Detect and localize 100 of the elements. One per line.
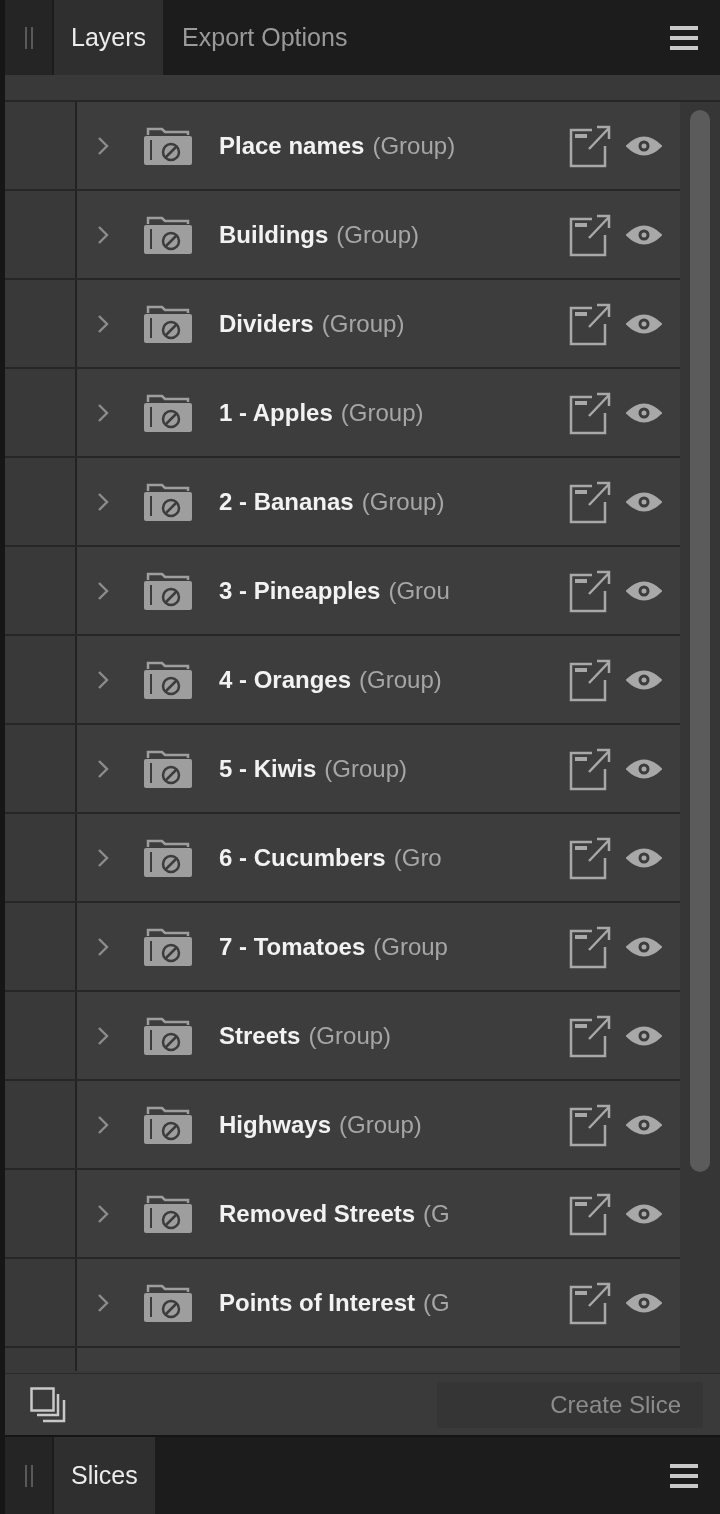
eye-icon[interactable]	[626, 1291, 662, 1314]
chevron-icon[interactable]	[97, 1025, 109, 1046]
layer-row[interactable]: 1 - Apples (Group)	[77, 369, 680, 456]
chevron-icon[interactable]	[97, 135, 109, 156]
eye-icon[interactable]	[626, 846, 662, 869]
eye-icon[interactable]	[626, 401, 662, 424]
folder-icon	[143, 1104, 193, 1145]
layer-name: Streets	[219, 1021, 301, 1050]
layer-row[interactable]: Place names (Group)	[77, 102, 680, 189]
layer-name: 2 - Bananas	[219, 487, 354, 516]
chevron-icon[interactable]	[97, 847, 109, 868]
chevron-icon[interactable]	[97, 224, 109, 245]
layer-type: (Grou	[388, 576, 450, 605]
eye-icon[interactable]	[626, 490, 662, 513]
layer-row[interactable]: Highways (Group)	[77, 1081, 680, 1168]
drag-handle-icon[interactable]	[24, 26, 33, 49]
scrollbar-thumb[interactable]	[690, 110, 710, 1172]
export-icon[interactable]	[568, 924, 612, 969]
drag-handle-icon[interactable]	[24, 1464, 33, 1487]
layer-type: (G	[423, 1199, 450, 1228]
layer-name: Dividers	[219, 309, 314, 338]
folder-icon	[143, 303, 193, 344]
eye-icon[interactable]	[626, 935, 662, 958]
layer-name: 5 - Kiwis	[219, 754, 317, 783]
eye-icon[interactable]	[626, 668, 662, 691]
folder-icon	[143, 926, 193, 967]
panel-tab[interactable]: Slices	[54, 1437, 155, 1514]
layer-type: (Group)	[321, 309, 405, 338]
eye-icon[interactable]	[626, 134, 662, 157]
export-icon[interactable]	[568, 1191, 612, 1236]
export-icon[interactable]	[568, 746, 612, 791]
export-icon[interactable]	[568, 390, 612, 435]
eye-icon[interactable]	[626, 1024, 662, 1047]
eye-icon[interactable]	[626, 579, 662, 602]
panel-tab[interactable]: Layers	[54, 0, 164, 75]
layer-type: (Group	[373, 932, 448, 961]
layer-type: (Group)	[339, 1110, 422, 1139]
layer-type: (Group)	[361, 487, 445, 516]
folder-icon	[143, 570, 193, 611]
layer-row[interactable]: 3 - Pineapples (Grou	[77, 547, 680, 634]
export-icon[interactable]	[568, 212, 612, 257]
layer-type: (G	[423, 1288, 450, 1317]
layer-type: (Group)	[308, 1021, 392, 1050]
layer-row[interactable]: Dividers (Group)	[77, 280, 680, 367]
layers-icon[interactable]	[30, 1386, 66, 1423]
export-icon[interactable]	[568, 835, 612, 880]
layer-row[interactable]: 6 - Cucumbers (Gro	[77, 814, 680, 901]
chevron-icon[interactable]	[97, 491, 109, 512]
menu-icon[interactable]	[670, 1463, 698, 1488]
folder-icon	[143, 481, 193, 522]
chevron-icon[interactable]	[97, 1203, 109, 1224]
panel-tab[interactable]: Export Options	[165, 0, 365, 75]
eye-icon[interactable]	[626, 757, 662, 780]
chevron-icon[interactable]	[97, 402, 109, 423]
export-icon[interactable]	[568, 1280, 612, 1325]
chevron-icon[interactable]	[97, 936, 109, 957]
layer-row[interactable]: 4 - Oranges (Group)	[77, 636, 680, 723]
export-icon[interactable]	[568, 123, 612, 168]
folder-icon	[143, 748, 193, 789]
chevron-icon[interactable]	[97, 669, 109, 690]
folder-icon	[143, 1015, 193, 1056]
layer-name: 3 - Pineapples	[219, 576, 381, 605]
layer-row[interactable]: Removed Streets (G	[77, 1170, 680, 1257]
eye-icon[interactable]	[626, 223, 662, 246]
layer-type: (Group)	[340, 398, 424, 427]
layer-row[interactable]: Streets (Group)	[77, 992, 680, 1079]
layer-name: 7 - Tomatoes	[219, 932, 366, 961]
chevron-icon[interactable]	[97, 1114, 109, 1135]
export-icon[interactable]	[568, 479, 612, 524]
layer-name: Points of Interest	[219, 1288, 416, 1317]
export-icon[interactable]	[568, 568, 612, 613]
folder-icon	[143, 659, 193, 700]
layer-row[interactable]: Points of Interest (G	[77, 1259, 680, 1346]
folder-icon	[143, 125, 193, 166]
eye-icon[interactable]	[626, 312, 662, 335]
layer-row[interactable]: 5 - Kiwis (Group)	[77, 725, 680, 812]
layer-name: 4 - Oranges	[219, 665, 352, 694]
layer-type: (Group)	[336, 220, 419, 249]
export-icon[interactable]	[568, 301, 612, 346]
chevron-icon[interactable]	[97, 580, 109, 601]
layer-type: (Gro	[393, 843, 442, 872]
export-icon[interactable]	[568, 657, 612, 702]
chevron-icon[interactable]	[97, 313, 109, 334]
eye-icon[interactable]	[626, 1113, 662, 1136]
layer-name: Buildings	[219, 220, 329, 249]
folder-icon	[143, 1282, 193, 1323]
layer-type: (Group)	[324, 754, 408, 783]
menu-icon[interactable]	[670, 25, 698, 50]
eye-icon[interactable]	[626, 1202, 662, 1225]
layer-name: Removed Streets	[219, 1199, 416, 1228]
layer-name: Highways	[219, 1110, 332, 1139]
chevron-icon[interactable]	[97, 1292, 109, 1313]
layer-name: 1 - Apples	[219, 398, 333, 427]
chevron-icon[interactable]	[97, 758, 109, 779]
export-icon[interactable]	[568, 1102, 612, 1147]
folder-icon	[143, 837, 193, 878]
layer-row[interactable]: Buildings (Group)	[77, 191, 680, 278]
layer-row[interactable]: 7 - Tomatoes (Group	[77, 903, 680, 990]
export-icon[interactable]	[568, 1013, 612, 1058]
layer-row[interactable]: 2 - Bananas (Group)	[77, 458, 680, 545]
